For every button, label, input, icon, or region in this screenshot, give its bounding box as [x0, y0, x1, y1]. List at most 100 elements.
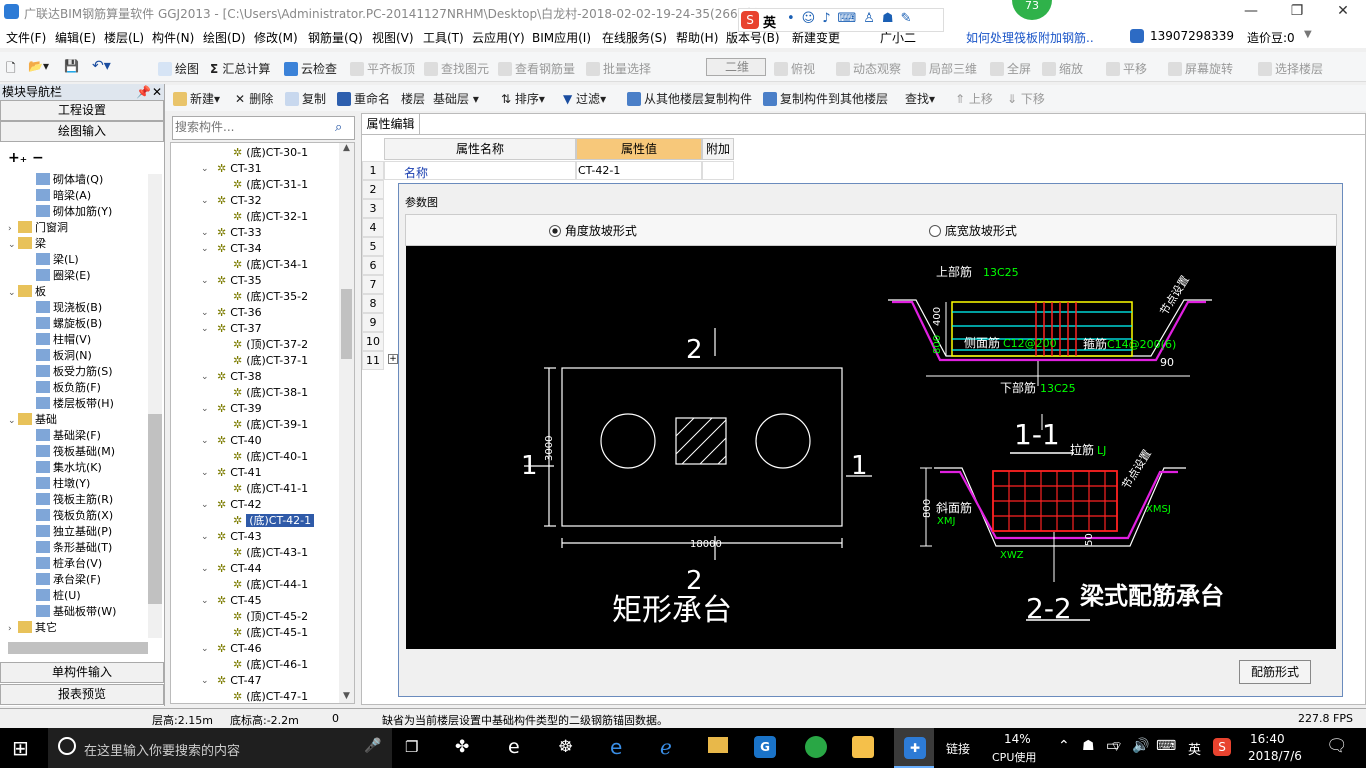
- component-item[interactable]: ✲ (底)CT-44-1: [171, 577, 354, 593]
- component-item[interactable]: ⌄ ✲ CT-47: [171, 673, 354, 689]
- pin-icon[interactable]: 📌: [136, 84, 151, 100]
- move-up-button[interactable]: ⇑ 上移: [955, 90, 993, 107]
- start-button[interactable]: ⊞: [12, 736, 29, 760]
- project-settings-button[interactable]: 工程设置: [0, 100, 164, 121]
- pinwheel-icon[interactable]: ✤: [455, 737, 469, 757]
- rename-button[interactable]: 重命名: [337, 90, 390, 107]
- view-rebar-button[interactable]: 查看钢筋量: [498, 60, 575, 77]
- green-app-icon[interactable]: [805, 736, 827, 758]
- component-item[interactable]: ✲ (底)CT-41-1: [171, 481, 354, 497]
- chevron-down-icon[interactable]: ⌄: [201, 241, 209, 257]
- component-item[interactable]: ✲ (底)CT-43-1: [171, 545, 354, 561]
- move-down-button[interactable]: ⇓ 下移: [1007, 90, 1045, 107]
- explorer-icon[interactable]: [708, 737, 728, 753]
- tray-ime[interactable]: 英: [1188, 739, 1201, 758]
- single-input-button[interactable]: 单构件输入: [0, 662, 164, 683]
- prop-row-number[interactable]: 11: [362, 351, 384, 370]
- component-item[interactable]: ⌄ ✲ CT-43: [171, 529, 354, 545]
- chevron-down-icon[interactable]: ⌄: [201, 433, 209, 449]
- nav-group[interactable]: ⌄ 基础: [8, 412, 148, 428]
- chevron-down-icon[interactable]: ⌄: [8, 237, 18, 253]
- chevron-down-icon[interactable]: ⌄: [8, 413, 18, 429]
- user-phone[interactable]: 13907298339: [1150, 29, 1234, 43]
- nav-item[interactable]: 板洞(N): [8, 348, 148, 364]
- radio-width[interactable]: 底宽放坡形式: [929, 222, 1017, 239]
- tray-sogou-icon[interactable]: S: [1213, 738, 1231, 756]
- ime-lang[interactable]: 英: [763, 12, 776, 31]
- chevron-down-icon[interactable]: ⌄: [201, 465, 209, 481]
- component-item[interactable]: ⌄ ✲ CT-42: [171, 497, 354, 513]
- search-icon[interactable]: ⌕: [335, 120, 342, 135]
- task-view-icon[interactable]: ❐: [405, 738, 418, 756]
- list-scrollbar-thumb[interactable]: [341, 289, 352, 359]
- panel-close-icon[interactable]: ✕: [152, 84, 162, 100]
- find-element-button[interactable]: 查找图元: [424, 60, 489, 77]
- component-item[interactable]: ⌄ ✲ CT-45: [171, 593, 354, 609]
- beans-dropdown-icon[interactable]: ▼: [1304, 29, 1312, 40]
- maximize-button[interactable]: ❐: [1274, 0, 1320, 24]
- pan-button[interactable]: 平移: [1106, 60, 1147, 77]
- nav-item[interactable]: 桩承台(V): [8, 556, 148, 572]
- draw-input-button[interactable]: 绘图输入: [0, 121, 164, 142]
- nav-item[interactable]: 柱墩(Y): [8, 476, 148, 492]
- chevron-down-icon[interactable]: ⌄: [201, 673, 209, 689]
- mic-icon[interactable]: 🎤: [364, 738, 381, 754]
- component-item[interactable]: ⌄ ✲ CT-33: [171, 225, 354, 241]
- edge-blue-icon[interactable]: e: [610, 735, 622, 759]
- undo-icon[interactable]: ↶▾: [92, 58, 111, 74]
- prop-row-number[interactable]: 5: [362, 237, 384, 256]
- top-view-button[interactable]: 俯视: [774, 60, 815, 77]
- chevron-down-icon[interactable]: ⌄: [201, 593, 209, 609]
- close-button[interactable]: ✕: [1320, 0, 1366, 24]
- zoom-button[interactable]: 缩放: [1042, 60, 1083, 77]
- component-item[interactable]: ✲ (底)CT-38-1: [171, 385, 354, 401]
- chevron-down-icon[interactable]: ⌄: [201, 161, 209, 177]
- rotate-button[interactable]: 屏幕旋转: [1168, 60, 1233, 77]
- edge-icon[interactable]: e: [508, 736, 520, 758]
- chevron-down-icon[interactable]: ⌄: [201, 497, 209, 513]
- component-item[interactable]: ✲ (底)CT-39-1: [171, 417, 354, 433]
- floor-select[interactable]: 基础层 ▾: [433, 90, 479, 107]
- prop-row-number[interactable]: 1: [362, 161, 384, 180]
- nav-group[interactable]: ⌄ 板: [8, 284, 148, 300]
- menu-cloud[interactable]: 云应用(Y): [472, 29, 525, 46]
- prop-cell[interactable]: [702, 161, 734, 180]
- tray-keyboard-icon[interactable]: ⌨: [1156, 738, 1176, 754]
- component-search-input[interactable]: [173, 117, 329, 137]
- browser-g-icon[interactable]: G: [754, 736, 776, 758]
- nav-item[interactable]: 板受力筋(S): [8, 364, 148, 380]
- select-floor-button[interactable]: 选择楼层: [1258, 60, 1323, 77]
- component-item[interactable]: ✲ (底)CT-40-1: [171, 449, 354, 465]
- prop-row-number[interactable]: 9: [362, 313, 384, 332]
- component-item[interactable]: ⌄ ✲ CT-31: [171, 161, 354, 177]
- component-item[interactable]: ✲ (底)CT-45-1: [171, 625, 354, 641]
- menu-help[interactable]: 帮助(H): [676, 29, 718, 46]
- chevron-down-icon[interactable]: ⌄: [201, 273, 209, 289]
- chevron-down-icon[interactable]: ⌄: [201, 529, 209, 545]
- menu-file[interactable]: 文件(F): [6, 29, 46, 46]
- expand-row-button[interactable]: +: [388, 354, 398, 364]
- ime-tools-icon[interactable]: •☺♪⌨♙☗✎: [787, 11, 918, 26]
- tray-people-icon[interactable]: ☗: [1082, 738, 1095, 754]
- nav-group[interactable]: ⌄ 梁: [8, 236, 148, 252]
- nav-item[interactable]: 筏板负筋(X): [8, 508, 148, 524]
- beans-balance[interactable]: 造价豆:0: [1247, 29, 1295, 46]
- copy-from-floor-button[interactable]: 从其他楼层复制构件: [627, 90, 752, 107]
- filter-button[interactable]: ▼ 过滤▾: [563, 90, 606, 107]
- chevron-down-icon[interactable]: ⌄: [201, 401, 209, 417]
- menu-online[interactable]: 在线服务(S): [602, 29, 667, 46]
- list-scrollbar[interactable]: ▲ ▼: [339, 143, 354, 703]
- copy-to-floor-button[interactable]: 复制构件到其他楼层: [763, 90, 888, 107]
- nav-item[interactable]: 桩(U): [8, 588, 148, 604]
- chevron-right-icon[interactable]: ›: [8, 621, 18, 637]
- chevron-right-icon[interactable]: ›: [8, 221, 18, 237]
- menu-modify[interactable]: 修改(M): [254, 29, 298, 46]
- nav-item[interactable]: 砌体墙(Q): [8, 172, 148, 188]
- nav-item[interactable]: 砌体加筋(Y): [8, 204, 148, 220]
- component-item[interactable]: ⌄ ✲ CT-36: [171, 305, 354, 321]
- component-item[interactable]: ✲ (底)CT-34-1: [171, 257, 354, 273]
- component-item[interactable]: ⌄ ✲ CT-32: [171, 193, 354, 209]
- component-item[interactable]: ✲ (底)CT-42-1: [171, 513, 354, 529]
- list-scroll-up-icon[interactable]: ▲: [339, 143, 354, 153]
- tray-date[interactable]: 2018/7/6: [1248, 749, 1302, 763]
